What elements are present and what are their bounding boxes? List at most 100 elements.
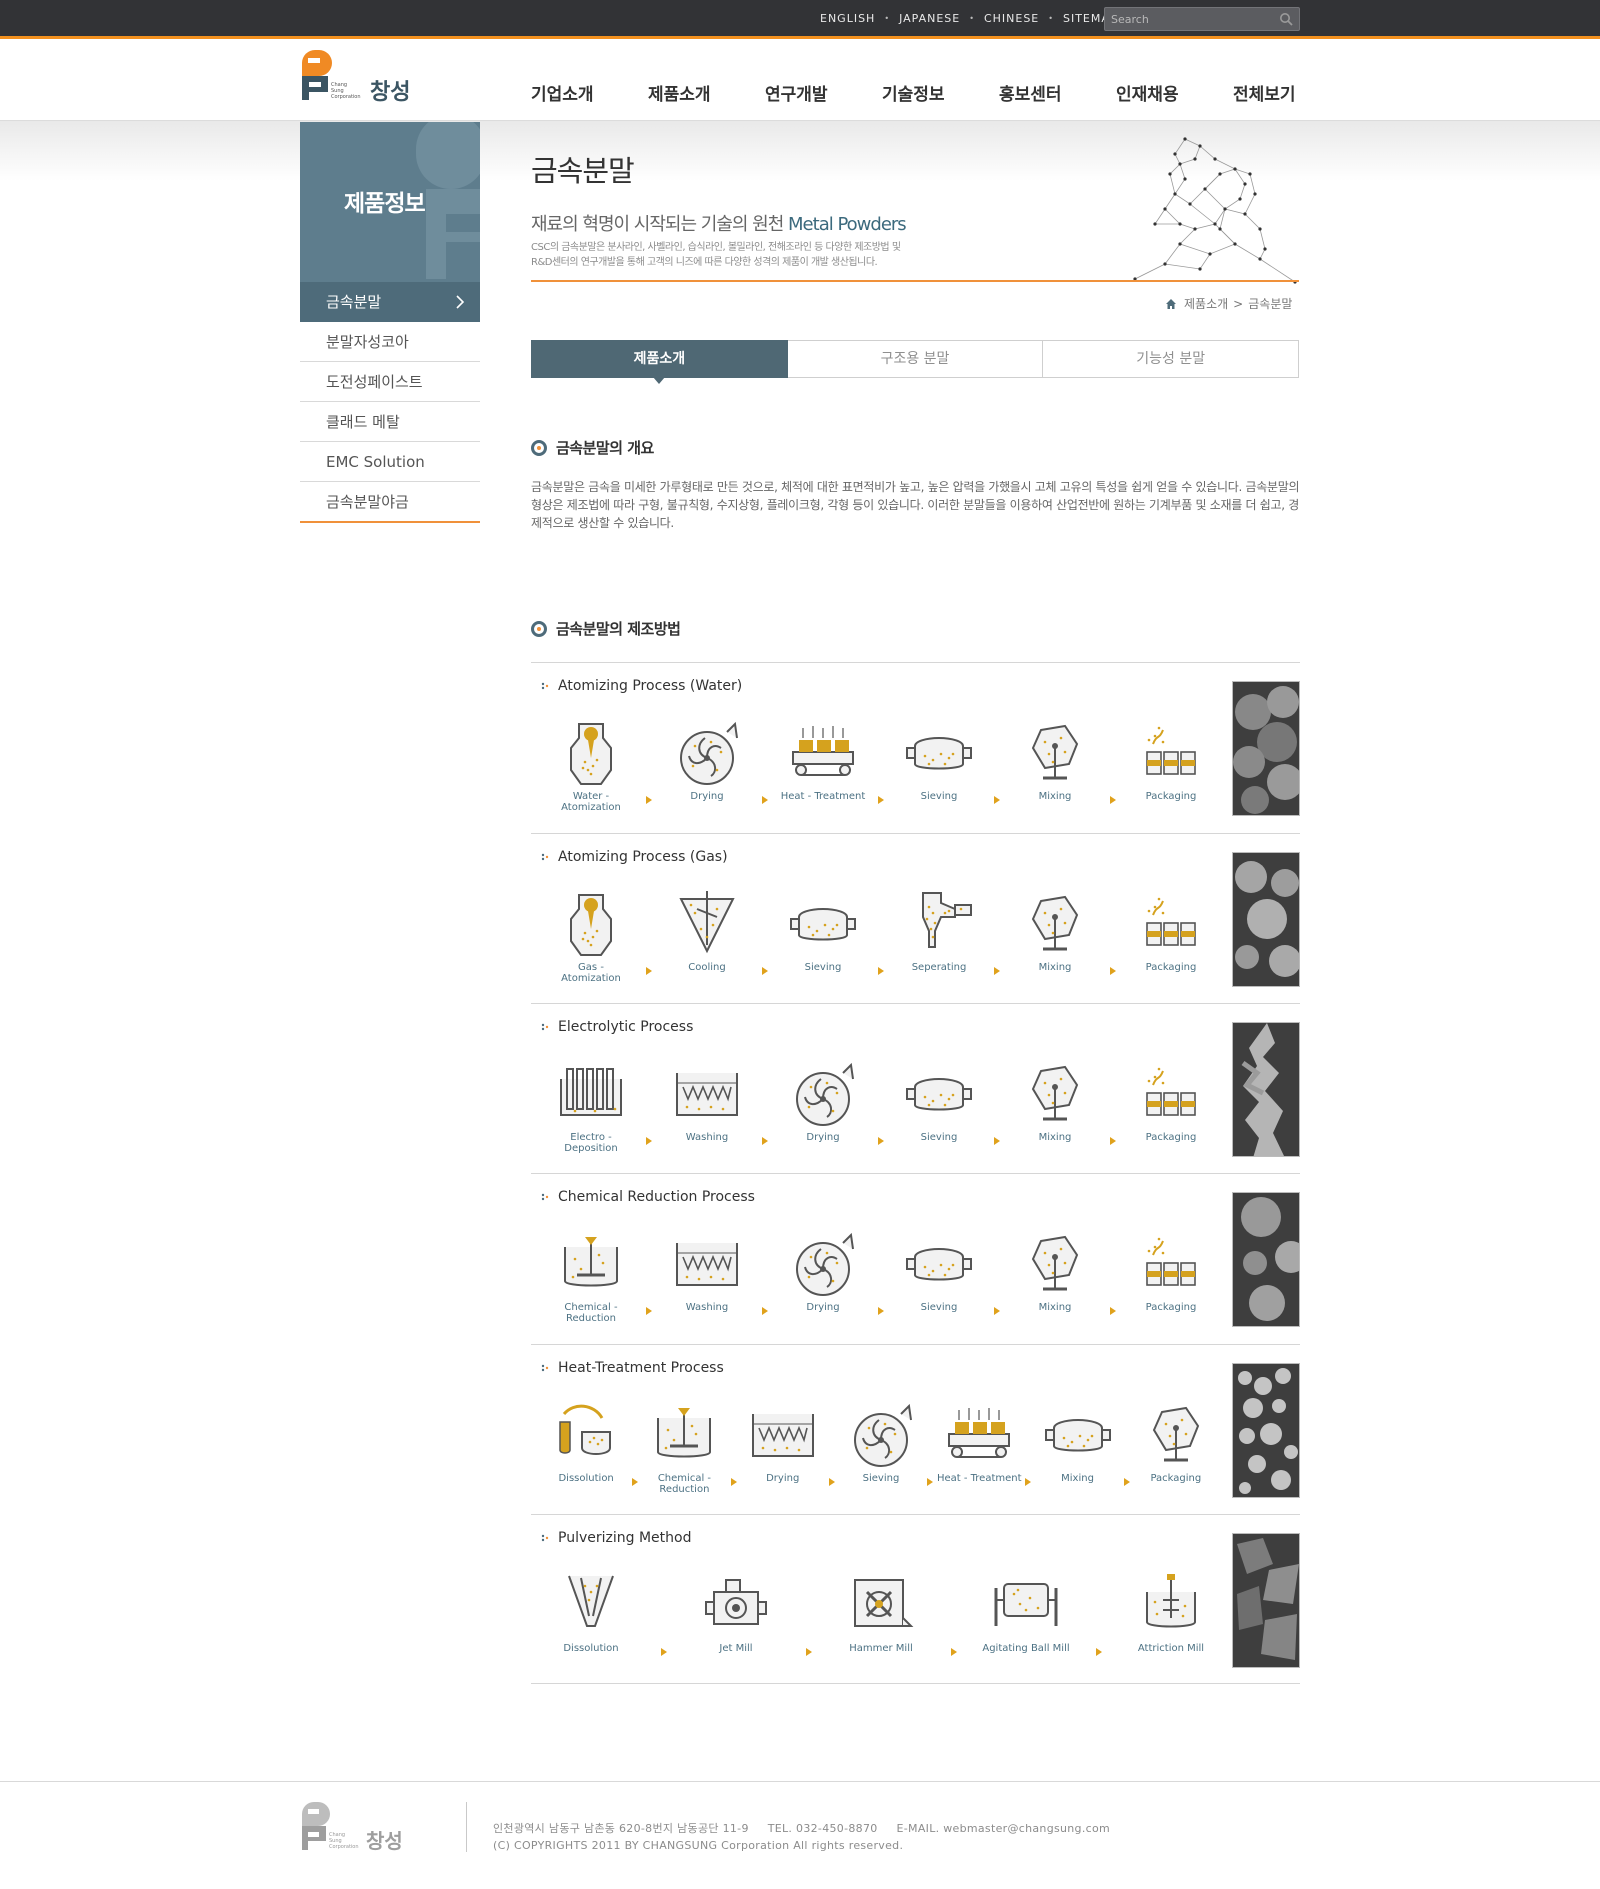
hammer-equipment-icon [854, 1579, 914, 1627]
sem-micrograph-image [1232, 1363, 1300, 1498]
process-title-text: Pulverizing Method [558, 1530, 692, 1546]
arrow-right-icon [632, 1478, 639, 1486]
sidebar-item-powder-core[interactable]: 분말자성코아 [300, 322, 480, 362]
arrow-right-icon [762, 1307, 768, 1315]
dots-bullet-icon [541, 682, 549, 690]
step-label-line: Hammer Mill [849, 1643, 913, 1654]
home-icon[interactable] [1165, 298, 1177, 310]
dryer-equipment-icon [796, 1062, 854, 1126]
breadcrumb-separator: > [1233, 296, 1244, 311]
company-logo[interactable]: Chang Sung Corporation 창성 [300, 48, 428, 104]
process-step: Washing [657, 1224, 757, 1313]
process-step-label: Drying [806, 1302, 839, 1313]
sidebar-item-powder-metallurgy[interactable]: 금속분말야금 [300, 482, 480, 522]
process-title-text: Heat-Treatment Process [558, 1360, 724, 1376]
dots-bullet-icon [541, 853, 549, 861]
subtitle-english: Metal Powders [788, 214, 907, 235]
sidebar-item-metal-powder[interactable]: 금속분말 [300, 282, 480, 322]
nav-all[interactable]: 전체보기 [1233, 80, 1350, 105]
heat-equipment-icon [948, 1408, 1011, 1458]
process-title-text: Electrolytic Process [558, 1019, 694, 1035]
process-step: Drying [657, 713, 757, 802]
nav-products[interactable]: 제품소개 [648, 80, 765, 105]
process-steps: Gas - Atomization Cooling Sieving Seperating… [541, 884, 1221, 994]
arrow-right-icon [1095, 1648, 1102, 1656]
wash-equipment-icon [676, 1073, 738, 1116]
process-step-label: Packaging [1146, 1302, 1197, 1313]
arrow-right-icon [878, 796, 884, 804]
step-label-line: Sieving [920, 791, 958, 802]
footer-divider [0, 1781, 1600, 1782]
breadcrumb: 제품소개 > 금속분말 [1165, 295, 1292, 312]
nav-research[interactable]: 연구개발 [765, 80, 882, 105]
process-step: Packaging [1121, 884, 1221, 973]
search-input[interactable] [1111, 11, 1271, 27]
process-step: Water - Atomization [541, 713, 641, 813]
step-label-line: Deposition [564, 1143, 618, 1154]
arrow-right-icon [994, 967, 1000, 975]
breadcrumb-item[interactable]: 제품소개 [1184, 295, 1228, 312]
process-step: Mixing [1032, 1395, 1122, 1484]
tab-structural-powder[interactable]: 구조용 분말 [787, 340, 1044, 378]
process-step: Attriction Mill [1121, 1565, 1221, 1654]
pack-equipment-icon [1146, 1067, 1196, 1116]
dots-bullet-icon [541, 1193, 549, 1201]
process-step: Seperating [889, 884, 989, 973]
cool-equipment-icon [679, 891, 735, 954]
process-row: Electrolytic Process Electro - Deposition W… [531, 1003, 1300, 1173]
separate-equipment-icon [922, 892, 972, 948]
pack-equipment-icon [1146, 1237, 1196, 1286]
process-step: Drying [773, 1224, 873, 1313]
dryer-equipment-icon [853, 1403, 912, 1467]
link-chinese[interactable]: CHINESE [984, 12, 1039, 25]
sidebar-item-clad-metal[interactable]: 클래드 메탈 [300, 402, 480, 442]
dots-bullet-icon [541, 1023, 549, 1031]
tab-product-intro[interactable]: 제품소개 [531, 340, 788, 384]
utility-links: ENGLISH • JAPANESE • CHINESE • SITEMAP [820, 12, 1118, 25]
nav-company[interactable]: 기업소개 [531, 80, 648, 105]
dryer-equipment-icon [680, 721, 738, 785]
process-step-label: Washing [686, 1132, 728, 1143]
tab-functional-powder[interactable]: 기능성 분말 [1043, 340, 1300, 378]
wash-equipment-icon [751, 1414, 814, 1457]
arrow-right-icon [762, 1137, 768, 1145]
tab-active-indicator [653, 377, 666, 384]
process-step-label: Cooling [688, 962, 725, 973]
chevron-right-icon [456, 295, 465, 309]
process-step-label: Packaging [1150, 1473, 1201, 1484]
reduct-equipment-icon [657, 1408, 712, 1458]
process-step: Sieving [889, 1054, 989, 1143]
step-label-line: Drying [806, 1132, 840, 1143]
process-step-label: Sieving [863, 1473, 900, 1484]
nav-careers[interactable]: 인재채용 [1116, 80, 1233, 105]
header-shadow [0, 121, 1600, 181]
sieve-equipment-icon [906, 737, 972, 770]
sieve-equipment-icon [790, 908, 856, 941]
process-step-label: Heat - Treatment [937, 1473, 1022, 1484]
sidebar-end-line [300, 521, 480, 523]
dots-bullet-icon [541, 1364, 549, 1372]
title-underline [531, 280, 1299, 282]
step-label-line: Atomization [561, 802, 621, 813]
process-step: Washing [657, 1054, 757, 1143]
step-label-line: Attriction Mill [1137, 1643, 1205, 1654]
process-step-label: Attriction Mill [1138, 1643, 1204, 1654]
sidebar-item-label: 금속분말야금 [326, 493, 409, 511]
nav-tech-info[interactable]: 기술정보 [882, 80, 999, 105]
link-japanese[interactable]: JAPANESE [899, 12, 960, 25]
wireframe-illustration [1133, 137, 1297, 284]
process-step: Heat - Treatment [934, 1395, 1024, 1484]
page-title: 금속분말 [531, 154, 635, 188]
sidebar-item-conductive-paste[interactable]: 도전성페이스트 [300, 362, 480, 402]
sidebar-item-emc-solution[interactable]: EMC Solution [300, 442, 480, 482]
overview-text: 금속분말은 금속을 미세한 가루형태로 만든 것으로, 체적에 대한 표면적비가… [531, 480, 1300, 530]
nav-pr-center[interactable]: 홍보센터 [999, 80, 1116, 105]
link-english[interactable]: ENGLISH [820, 12, 875, 25]
search-icon[interactable] [1279, 12, 1293, 26]
process-step: Sieving [836, 1395, 926, 1484]
sieve-equipment-icon [1044, 1419, 1111, 1452]
process-title: Atomizing Process (Gas) [541, 849, 728, 865]
process-step: Packaging [1121, 1054, 1221, 1143]
process-steps: Dissolution Chemical - Reduction Drying Siev… [541, 1395, 1221, 1505]
process-title: Pulverizing Method [541, 1530, 691, 1546]
